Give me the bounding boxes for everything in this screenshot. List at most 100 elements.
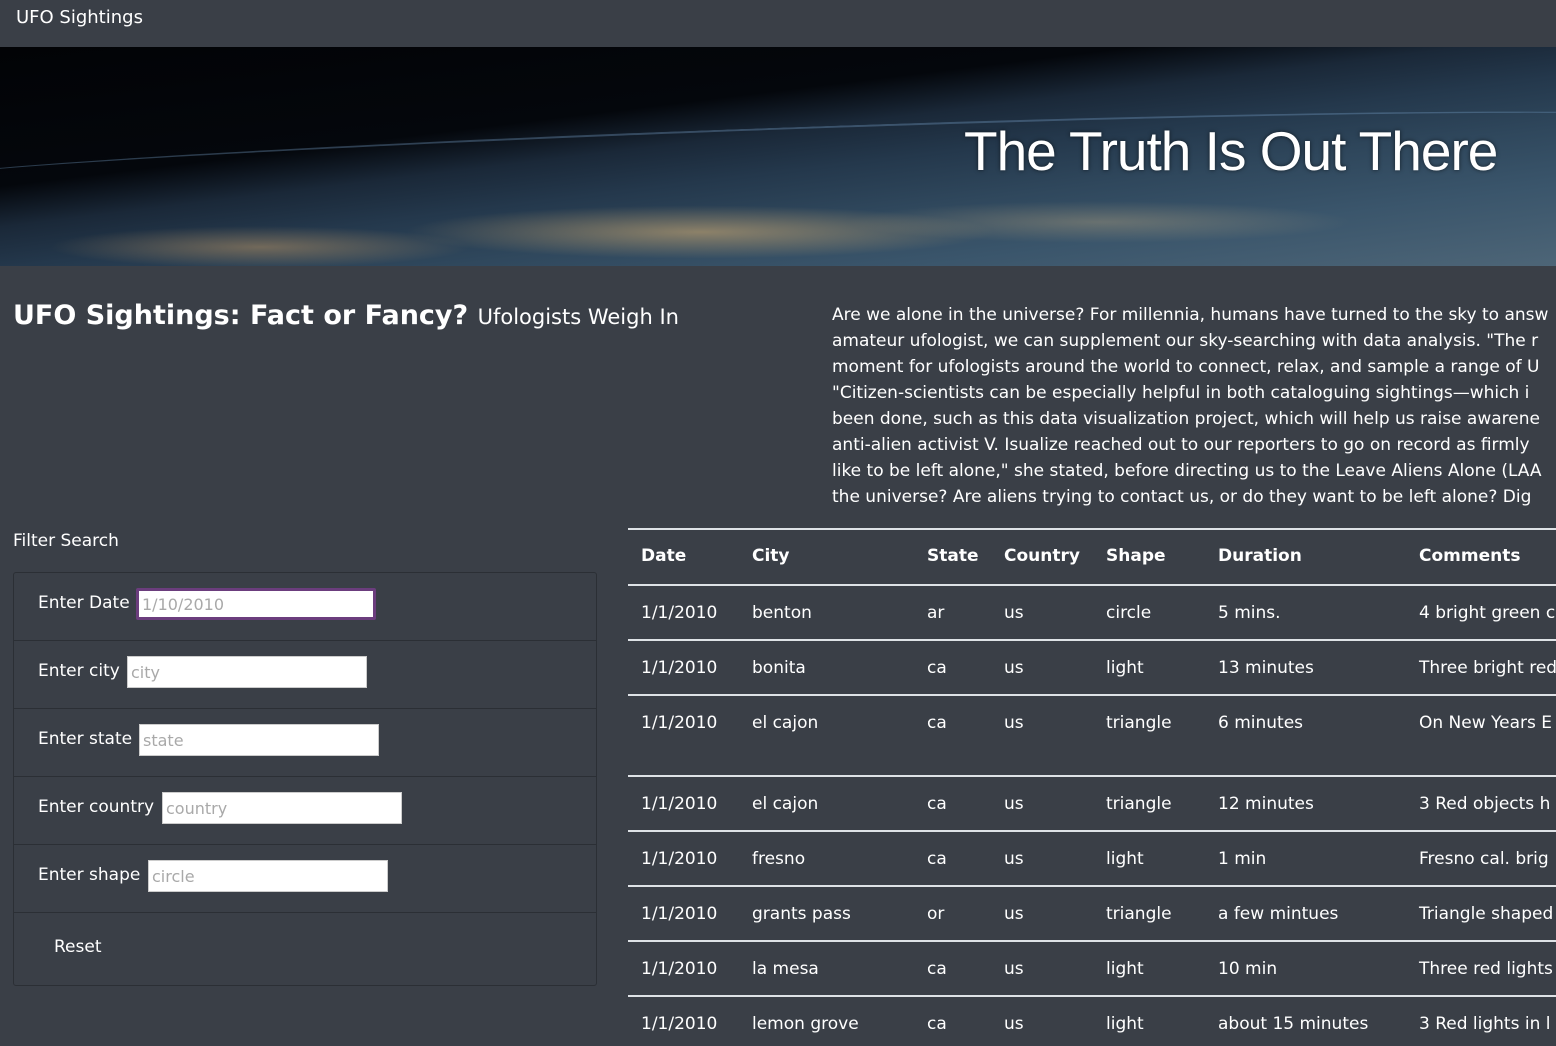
article-line: "Citizen-scientists can be especially he… <box>832 383 1530 403</box>
cell-shape: light <box>1106 658 1144 678</box>
cell-duration: 1 min <box>1218 849 1267 869</box>
cell-country: us <box>1004 849 1024 869</box>
cell-state: ca <box>927 1014 947 1034</box>
cell-state: ar <box>927 603 945 623</box>
table-row: 1/1/2010 la mesa ca us light 10 min Thre… <box>628 941 1556 996</box>
header-date: Date <box>641 546 687 566</box>
cell-shape: triangle <box>1106 794 1172 814</box>
cell-city: el cajon <box>752 794 819 814</box>
cell-date: 1/1/2010 <box>641 713 718 733</box>
cell-date: 1/1/2010 <box>641 959 718 979</box>
cell-country: us <box>1004 959 1024 979</box>
brand-link[interactable]: UFO Sightings <box>16 7 143 28</box>
cell-city: grants pass <box>752 904 851 924</box>
filter-item-country: Enter country <box>14 777 596 845</box>
header-shape: Shape <box>1106 546 1166 566</box>
state-input[interactable] <box>139 724 379 756</box>
cell-comments: 4 bright green c <box>1419 603 1556 623</box>
navbar: UFO Sightings <box>0 0 1556 47</box>
table-row: 1/1/2010 el cajon ca us triangle 6 minut… <box>628 695 1556 776</box>
country-input[interactable] <box>162 792 402 824</box>
article-text: Are we alone in the universe? For millen… <box>832 302 1556 512</box>
filter-item-date: Enter Date <box>14 573 596 641</box>
table-row: 1/1/2010 el cajon ca us triangle 12 minu… <box>628 776 1556 831</box>
cell-city: la mesa <box>752 959 819 979</box>
shape-input[interactable] <box>148 860 388 892</box>
article-line: like to be left alone," she stated, befo… <box>832 461 1542 481</box>
cell-state: ca <box>927 658 947 678</box>
table-header-row: Date City State Country Shape Duration C… <box>628 529 1556 585</box>
hero-title: The Truth Is Out There <box>964 120 1498 182</box>
cell-shape: triangle <box>1106 713 1172 733</box>
cell-comments: Three red lights <box>1419 959 1553 979</box>
article-line: moment for ufologists around the world t… <box>832 357 1540 377</box>
cell-date: 1/1/2010 <box>641 603 718 623</box>
date-input[interactable] <box>136 588 376 620</box>
table-row: 1/1/2010 fresno ca us light 1 min Fresno… <box>628 831 1556 886</box>
cell-shape: circle <box>1106 603 1152 623</box>
cell-country: us <box>1004 603 1024 623</box>
header-duration: Duration <box>1218 546 1302 566</box>
table-row: 1/1/2010 bonita ca us light 13 minutes T… <box>628 640 1556 695</box>
cell-date: 1/1/2010 <box>641 658 718 678</box>
cell-shape: light <box>1106 959 1144 979</box>
cell-comments: Triangle shaped <box>1419 904 1554 924</box>
city-label: Enter city <box>38 661 120 681</box>
cell-comments: 3 Red objects h <box>1419 794 1551 814</box>
cell-date: 1/1/2010 <box>641 904 718 924</box>
state-label: Enter state <box>38 729 133 749</box>
table-row: 1/1/2010 lemon grove ca us light about 1… <box>628 996 1556 1046</box>
cell-date: 1/1/2010 <box>641 794 718 814</box>
cell-city: lemon grove <box>752 1014 859 1034</box>
cell-city: fresno <box>752 849 806 869</box>
country-label: Enter country <box>38 797 155 817</box>
cell-shape: light <box>1106 849 1144 869</box>
cell-city: benton <box>752 603 812 623</box>
city-input[interactable] <box>127 656 367 688</box>
cell-state: or <box>927 904 945 924</box>
cell-date: 1/1/2010 <box>641 1014 718 1034</box>
headline-subtitle: Ufologists Weigh In <box>477 305 679 329</box>
article-line: the universe? Are aliens trying to conta… <box>832 487 1532 507</box>
article-line: Are we alone in the universe? For millen… <box>832 305 1549 325</box>
hero-banner: The Truth Is Out There <box>0 47 1556 266</box>
cell-city: el cajon <box>752 713 819 733</box>
cell-shape: light <box>1106 1014 1144 1034</box>
cell-country: us <box>1004 713 1024 733</box>
sightings-table: Date City State Country Shape Duration C… <box>628 528 1556 1046</box>
cell-date: 1/1/2010 <box>641 849 718 869</box>
article-line: been done, such as this data visualizati… <box>832 409 1540 429</box>
sightings-table-container: Date City State Country Shape Duration C… <box>628 528 1556 1046</box>
filter-heading: Filter Search <box>13 531 119 551</box>
reset-button[interactable]: Reset <box>52 935 104 959</box>
cell-duration: 12 minutes <box>1218 794 1314 814</box>
header-city: City <box>752 546 790 566</box>
table-row: 1/1/2010 grants pass or us triangle a fe… <box>628 886 1556 941</box>
cell-duration: a few mintues <box>1218 904 1339 924</box>
date-label: Enter Date <box>38 593 130 613</box>
cell-country: us <box>1004 904 1024 924</box>
cell-duration: about 15 minutes <box>1218 1014 1369 1034</box>
cell-duration: 13 minutes <box>1218 658 1314 678</box>
cell-state: ca <box>927 959 947 979</box>
header-comments: Comments <box>1419 546 1521 566</box>
cell-comments: On New Years E lights above my <box>1419 713 1556 733</box>
filter-item-shape: Enter shape <box>14 845 596 913</box>
cell-comments: Three bright red <box>1419 658 1556 678</box>
cell-state: ca <box>927 849 947 869</box>
header-country: Country <box>1004 546 1080 566</box>
filter-item-state: Enter state <box>14 709 596 777</box>
page-headline: UFO Sightings: Fact or Fancy? Ufologists… <box>13 300 679 331</box>
filter-panel: Enter Date Enter city Enter state Enter … <box>13 572 597 986</box>
cell-state: ca <box>927 794 947 814</box>
cell-shape: triangle <box>1106 904 1172 924</box>
cell-country: us <box>1004 658 1024 678</box>
cell-comments: 3 Red lights in l <box>1419 1014 1551 1034</box>
cell-duration: 6 minutes <box>1218 713 1304 733</box>
headline-title: UFO Sightings: Fact or Fancy? <box>13 300 469 331</box>
article-line: anti-alien activist V. Isualize reached … <box>832 435 1530 455</box>
cell-country: us <box>1004 794 1024 814</box>
cell-duration: 5 mins. <box>1218 603 1281 623</box>
shape-label: Enter shape <box>38 865 141 885</box>
cell-duration: 10 min <box>1218 959 1278 979</box>
